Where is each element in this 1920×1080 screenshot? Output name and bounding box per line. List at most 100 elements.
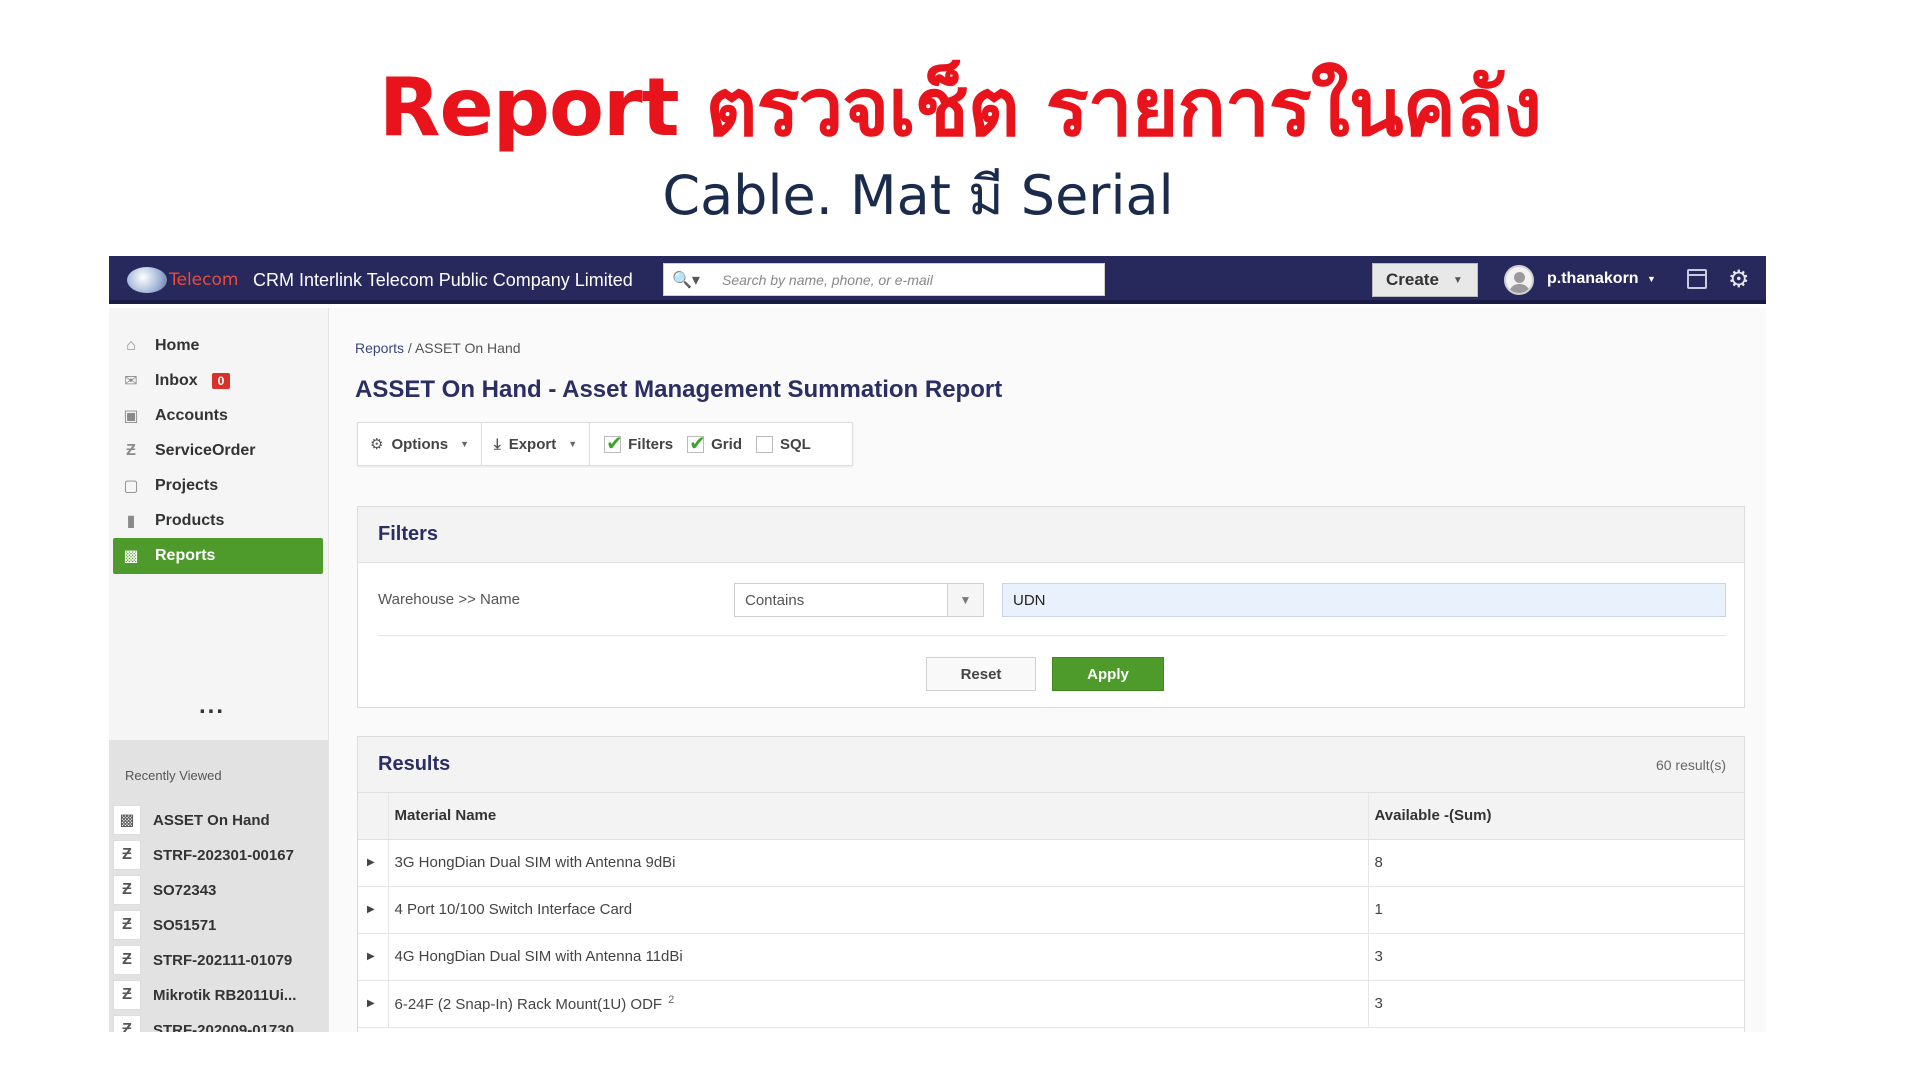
search-icon[interactable]: 🔍▾ [672,270,706,290]
sidebar-item-serviceorder[interactable]: Ƶ ServiceOrder [113,433,323,469]
user-menu[interactable]: p.thanakorn [1547,270,1639,288]
create-button[interactable]: Create ▼ [1372,263,1478,297]
expand-arrow-icon[interactable]: ▶ [358,886,389,934]
z-icon: Ƶ [113,875,141,905]
recent-item[interactable]: Ƶ STRF-202301-00167 [113,837,325,873]
create-label: Create [1386,270,1439,289]
chevron-down-icon[interactable]: ▼ [947,584,983,616]
sidebar-item-home[interactable]: ⌂ Home [113,328,323,364]
recent-item[interactable]: Ƶ SO51571 [113,907,325,943]
sidebar-item-label: Projects [155,477,219,494]
recent-item-label: ASSET On Hand [153,811,270,829]
results-table: Material Name Available -(Sum) ▶ 3G Hong… [358,793,1744,1028]
recent-item-label: STRF-202301-00167 [153,846,294,864]
sql-checkbox[interactable] [755,435,773,453]
search-input[interactable] [722,270,1092,290]
recent-item[interactable]: ▩ ASSET On Hand [113,802,325,838]
table-header-row: Material Name Available -(Sum) [358,793,1744,840]
sidebar-item-label: Home [155,337,200,354]
global-search: 🔍▾ [663,263,1105,296]
bar-chart-icon: ▩ [123,548,139,565]
available-cell: 3 [1368,980,1744,1028]
filters-toggle[interactable]: Filters [604,431,673,456]
grid-checkbox[interactable] [687,431,706,456]
recent-item-label: SO51571 [153,916,217,934]
recent-item-label: STRF-202111-01079 [153,951,293,969]
recent-item-label: SO72343 [153,881,217,899]
sql-toggle[interactable]: SQL [755,435,811,453]
material-name-cell: 4 Port 10/100 Switch Interface Card [388,886,1369,934]
table-row[interactable]: ▶ 4 Port 10/100 Switch Interface Card 1 [358,886,1744,934]
recent-item[interactable]: Ƶ SO72343 [113,872,325,908]
expand-column-header [358,793,389,840]
company-logo[interactable]: Telecom [127,265,239,295]
crm-app-window: Telecom CRM Interlink Telecom Public Com… [109,256,1766,1032]
logo-text: Telecom [169,270,239,290]
recent-item[interactable]: Ƶ STRF-202111-01079 [113,942,325,978]
recently-viewed-label: Recently Viewed [125,768,222,783]
recent-item[interactable]: Ƶ STRF-202009-01730 [113,1012,325,1032]
grid-toggle[interactable]: Grid [687,431,742,456]
more-menu-button[interactable]: ... [199,692,225,720]
available-cell: 1 [1368,886,1744,934]
expand-arrow-icon[interactable]: ▶ [358,933,389,981]
expand-arrow-icon[interactable]: ▶ [358,980,389,1028]
main-content: Reports / ASSET On Hand ASSET On Hand - … [329,308,1766,1032]
table-row[interactable]: ▶ 4G HongDian Dual SIM with Antenna 11dB… [358,933,1744,981]
export-label: Export [508,435,557,453]
column-header-available[interactable]: Available -(Sum) [1368,793,1744,840]
gear-icon: ⚙ [370,436,384,453]
briefcase-icon: ▢ [123,478,139,495]
sql-toggle-label: SQL [779,435,811,453]
bar-chart-icon: ▩ [113,805,141,835]
reset-button[interactable]: Reset [926,657,1036,691]
material-name-text: 6-24F (2 Snap-In) Rack Mount(1U) ODF [394,996,663,1013]
sidebar-item-reports[interactable]: ▩ Reports [113,538,323,574]
grid-toggle-label: Grid [711,435,742,453]
chevron-down-icon: ▼ [1452,274,1463,286]
folder-icon: ▣ [123,408,139,425]
z-icon: Ƶ [113,980,141,1010]
material-name-cell: 6-24F (2 Snap-In) Rack Mount(1U) ODF 2 [388,980,1369,1028]
export-button[interactable]: ⤓ Export ▼ [482,422,591,466]
options-button[interactable]: ⚙ Options ▼ [358,422,483,466]
expand-arrow-icon[interactable]: ▶ [358,839,389,887]
breadcrumb-current: ASSET On Hand [414,340,521,356]
results-header: Results 60 result(s) [358,737,1744,793]
row-note-marker: 2 [668,994,675,1006]
globe-logo-icon [127,267,167,293]
sidebar-item-label: Products [155,512,225,529]
inbox-count-badge: 0 [211,373,231,389]
material-name-cell: 4G HongDian Dual SIM with Antenna 11dBi [388,933,1369,981]
breadcrumb-reports-link[interactable]: Reports [355,340,404,356]
sidebar-item-inbox[interactable]: ✉ Inbox 0 [113,363,323,399]
z-icon: Ƶ [113,910,141,940]
recent-item[interactable]: Ƶ Mikrotik RB2011Ui... [113,977,325,1013]
calendar-icon[interactable] [1687,269,1707,289]
options-label: Options [391,435,449,453]
chevron-down-icon[interactable]: ▼ [1647,274,1656,284]
divider [378,635,1726,636]
chevron-down-icon: ▼ [568,439,578,449]
table-row[interactable]: ▶ 3G HongDian Dual SIM with Antenna 9dBi… [358,839,1744,887]
z-icon: Ƶ [113,840,141,870]
apply-button[interactable]: Apply [1052,657,1164,691]
company-name: CRM Interlink Telecom Public Company Lim… [253,270,633,290]
avatar[interactable] [1504,265,1534,295]
filters-checkbox[interactable] [604,431,623,456]
filter-operator-select[interactable]: Contains ▼ [734,583,984,617]
sidebar-item-label: Reports [155,547,216,564]
material-name-cell: 3G HongDian Dual SIM with Antenna 9dBi [388,839,1369,887]
filter-value-input[interactable]: UDN [1002,583,1726,617]
sidebar-item-accounts[interactable]: ▣ Accounts [113,398,323,434]
sidebar-item-label: Inbox [155,372,198,389]
z-icon: Ƶ [126,442,136,459]
page-title: ASSET On Hand - Asset Management Summati… [355,376,1003,403]
sidebar-item-projects[interactable]: ▢ Projects [113,468,323,504]
gear-icon[interactable]: ⚙ [1728,265,1750,294]
report-toolbar: ⚙ Options ▼ ⤓ Export ▼ Filters Grid SQL [357,422,853,466]
sidebar: ⌂ Home ✉ Inbox 0 ▣ Accounts Ƶ ServiceOrd… [109,308,329,1032]
column-header-material-name[interactable]: Material Name [388,793,1369,840]
sidebar-item-products[interactable]: ▮ Products [113,503,323,539]
table-row[interactable]: ▶ 6-24F (2 Snap-In) Rack Mount(1U) ODF 2 … [358,980,1744,1028]
